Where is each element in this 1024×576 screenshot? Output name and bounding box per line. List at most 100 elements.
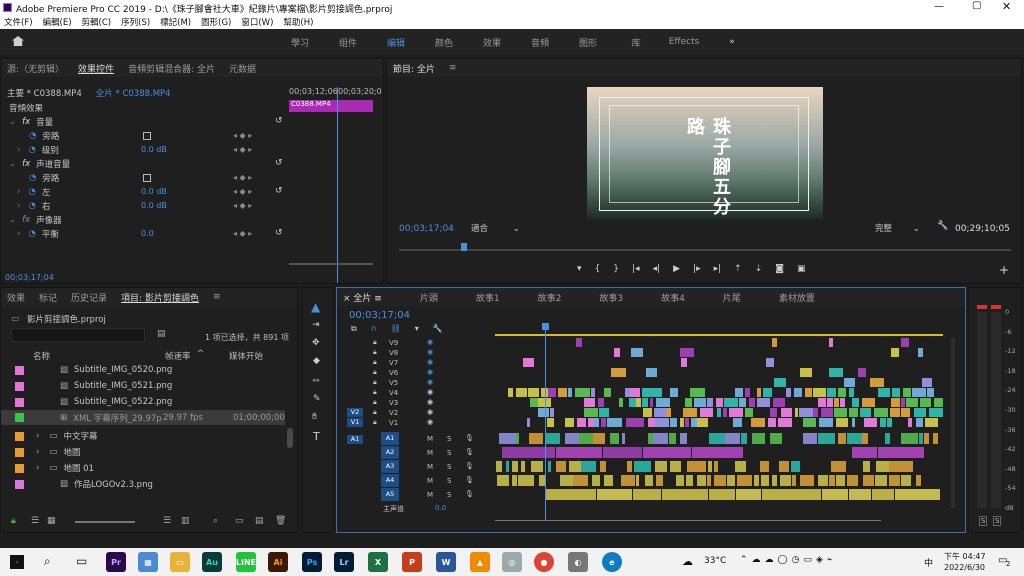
close-button[interactable]: ✕ [1002,0,1011,13]
audio-clip[interactable] [581,461,596,472]
tab-project[interactable]: 項目: 影片剪接調色 [121,291,199,304]
video-clip[interactable] [697,418,708,427]
video-clip[interactable] [643,408,652,417]
audio-clip[interactable] [932,433,939,444]
audio-clip[interactable] [633,489,662,500]
app-icon[interactable]: ◎ [502,552,522,572]
video-clip[interactable] [630,418,645,427]
razor-tool-icon[interactable]: ◆ [313,356,320,366]
sequence-tab-story1[interactable]: 故事1 [476,291,500,304]
ec-zoom-scrollbar[interactable] [289,263,373,269]
audio-clip[interactable] [655,461,668,472]
video-clip[interactable] [548,388,556,397]
reset-icon[interactable]: ↺ [275,186,283,196]
video-clip[interactable] [919,398,931,407]
audio-clip[interactable] [752,433,766,444]
audio-clip[interactable] [685,475,693,486]
audio-clip[interactable] [918,433,924,444]
hand-tool-icon[interactable]: ✋︎ [312,412,317,422]
video-clip[interactable] [641,398,648,407]
lift-icon[interactable]: ⇡ [734,264,742,278]
audio-clip[interactable] [771,475,777,486]
stopwatch-icon[interactable]: ◔ [28,201,35,211]
audio-clip[interactable] [831,461,847,472]
video-clip[interactable] [735,388,743,397]
stopwatch-icon[interactable]: ◔ [28,229,35,239]
audio-clip[interactable] [502,447,556,458]
play-icon[interactable]: ▶ [673,264,680,278]
video-clip[interactable] [682,408,698,417]
video-clip[interactable] [848,408,859,417]
video-clip[interactable] [887,418,892,427]
program-playhead[interactable] [461,243,467,251]
audio-clip[interactable] [735,461,747,472]
workspace-tab-effects-en[interactable]: Effects [660,37,708,47]
find-icon[interactable]: ⌕ [213,516,218,526]
sequence-tab-story4[interactable]: 故事4 [661,291,685,304]
audio-clip[interactable] [828,475,836,486]
video-clip[interactable] [927,388,934,397]
solo-button[interactable]: S [447,491,451,499]
video-clip[interactable] [635,398,642,407]
audio-clip[interactable] [603,447,642,458]
video-clip[interactable] [558,388,568,397]
audio-clip[interactable] [573,475,588,486]
word-app-icon[interactable]: W [436,552,456,572]
file-explorer-icon[interactable]: ▭ [170,552,190,572]
quality-dropdown[interactable]: 完整 ⌄ [875,222,929,236]
video-clip[interactable] [890,348,900,357]
video-clip[interactable] [922,378,933,387]
tab-metadata[interactable]: 元数据 [229,62,256,75]
chevron-right-icon[interactable]: › [36,431,39,441]
wrench-icon[interactable]: 🔧 [937,221,948,231]
video-clip[interactable] [653,388,662,397]
workspace-tab-effects[interactable]: 效果 [468,36,516,49]
video-clip[interactable] [745,408,753,417]
video-clip[interactable] [685,398,692,407]
expand-chevron-icon[interactable]: ⌄ [9,215,16,225]
video-clip[interactable] [669,388,678,397]
audio-clip[interactable] [644,475,654,486]
audio-clip[interactable] [499,433,516,444]
audio-clip[interactable] [849,489,871,500]
video-clip[interactable] [765,358,775,367]
lock-icon[interactable]: 🔒︎ [373,348,377,357]
video-clip[interactable] [587,418,594,427]
stopwatch-icon[interactable]: ◔ [28,187,35,197]
track-target-button[interactable]: A5 [381,488,399,501]
list-item[interactable]: › ▭ 中文字幕 [1,429,297,443]
audio-clip[interactable] [545,489,597,500]
video-clip[interactable] [772,398,785,407]
video-clip[interactable] [653,408,666,417]
video-clip[interactable] [576,418,587,427]
workspace-tab-audio[interactable]: 音頻 [516,36,564,49]
video-clip[interactable] [655,418,669,427]
expand-chevron-icon[interactable]: › [17,145,20,155]
video-clip[interactable] [874,408,889,417]
workspace-tab-learn[interactable]: 學习 [276,36,324,49]
video-clip[interactable] [799,408,813,417]
video-clip[interactable] [550,408,554,417]
edge-app-icon[interactable]: e [602,552,622,572]
video-clip[interactable] [567,388,573,397]
lock-icon[interactable]: 🔒︎ [11,516,16,526]
lock-icon[interactable]: 🔒︎ [373,398,377,407]
video-clip[interactable] [684,418,690,427]
fx-badge-icon[interactable]: fx [22,117,30,127]
video-clip[interactable] [918,348,923,357]
menu-edit[interactable]: 編輯(E) [43,16,72,28]
audio-clip[interactable] [761,489,822,500]
video-clip[interactable] [584,398,595,407]
lock-icon[interactable]: 🔒︎ [373,338,377,347]
voice-over-record-icon[interactable]: 🎙︎ [465,490,474,498]
audio-clip[interactable] [895,489,941,500]
video-clip[interactable] [844,378,855,387]
audio-clip[interactable] [676,475,685,486]
fx-badge-icon[interactable]: fx [22,159,30,169]
video-clip[interactable] [827,388,836,397]
audio-clip[interactable] [569,461,581,472]
video-clip[interactable] [630,388,640,397]
audio-clip[interactable] [726,475,735,486]
video-clip[interactable] [722,408,728,417]
tab-audio-clip-mixer[interactable]: 音頻剪辑混合器: 全片 [128,62,215,75]
